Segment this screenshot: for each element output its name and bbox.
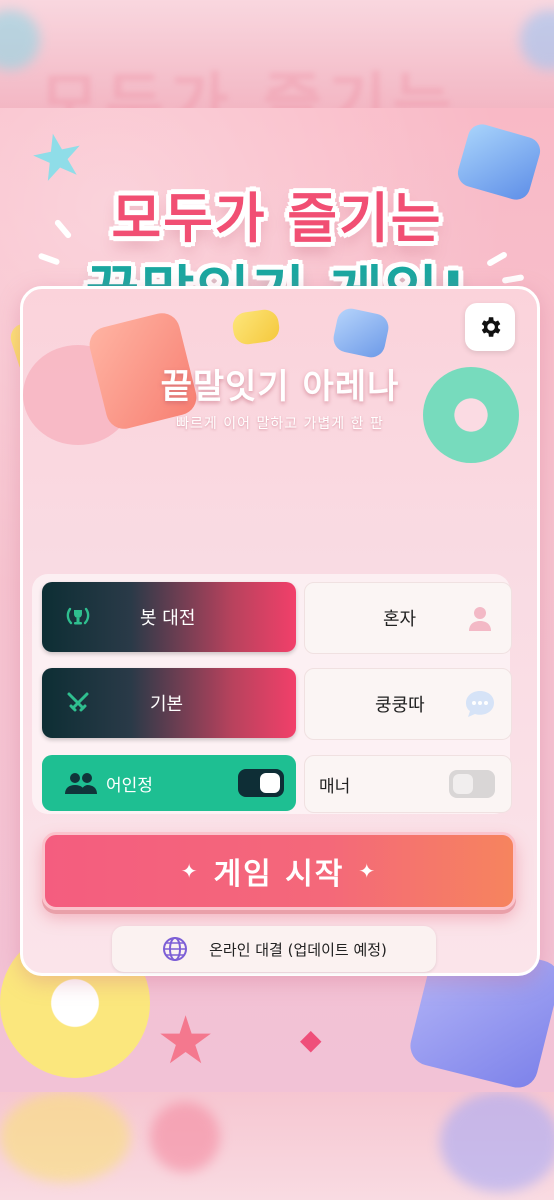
online-match-button[interactable]: 온라인 대결 (업데이트 예정) [112, 926, 436, 972]
mode-solo-label: 혼자 [383, 609, 417, 630]
card-title: 끝말잇기 아레나 [160, 367, 400, 407]
blurred-star-decoration [150, 1102, 220, 1172]
globe-icon [163, 937, 188, 961]
chat-bubble-icon [466, 691, 494, 717]
hero-title-line1: 모두가 즐기는 [111, 187, 443, 250]
word-admission-switch[interactable] [238, 769, 284, 797]
manner-label: 매너 [319, 776, 351, 797]
start-game-button[interactable]: ✦ 게임 시작 ✦ [42, 832, 516, 910]
mode-solo-button[interactable]: 혼자 [304, 582, 512, 654]
sparkle-icon: ✦ [180, 859, 200, 883]
users-icon [65, 773, 97, 794]
rule-basic-button[interactable]: 기본 [42, 668, 296, 738]
backdrop-top: 모두가 즐기는 [0, 0, 554, 108]
backdrop-bottom [0, 1092, 554, 1200]
start-game-label: 게임 시작 [213, 857, 345, 892]
blurred-star-decoration [0, 10, 40, 70]
mode-bot-battle-button[interactable]: 봇 대전 [42, 582, 296, 652]
switch-knob [260, 773, 280, 793]
online-match-label: 온라인 대결 (업데이트 예정) [209, 940, 387, 959]
switch-knob [453, 774, 473, 794]
word-admission-toggle-row[interactable]: 어인정 [42, 755, 296, 811]
word-admission-label: 어인정 [106, 775, 153, 796]
rule-kungkungtta-button[interactable]: 쿵쿵따 [304, 668, 512, 740]
crossed-swords-icon [67, 692, 89, 712]
manner-toggle-row[interactable]: 매너 [304, 755, 512, 813]
person-icon [469, 607, 491, 631]
blurred-block-decoration [440, 1092, 554, 1192]
gear-icon [481, 317, 501, 337]
trophy-wreath-icon [66, 607, 90, 625]
rule-kungkungtta-label: 쿵쿵따 [375, 695, 425, 716]
star-icon: ★ [156, 1002, 216, 1079]
blurred-block-decoration [520, 10, 554, 70]
rule-basic-label: 기본 [150, 694, 184, 715]
diamond-icon: ◆ [300, 1023, 322, 1056]
blurred-title-echo: 모두가 즐기는 [40, 67, 458, 108]
mode-bot-battle-label: 봇 대전 [140, 608, 196, 629]
sparkle-icon: ✦ [358, 859, 378, 883]
blue-block-decoration [330, 306, 392, 360]
manner-switch[interactable] [449, 770, 495, 798]
settings-button[interactable] [465, 303, 515, 351]
blurred-ring-decoration [0, 1092, 130, 1182]
yellow-block-decoration [230, 307, 282, 347]
card-subtitle: 빠르게 이어 말하고 가볍게 한 판 [176, 416, 384, 432]
